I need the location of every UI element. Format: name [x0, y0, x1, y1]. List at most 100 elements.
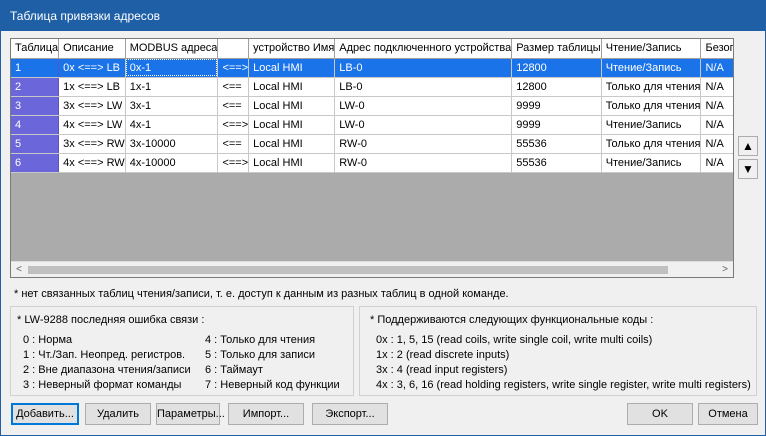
- read-write-cell[interactable]: Чтение/Запись: [601, 58, 702, 78]
- read-write-cell[interactable]: Чтение/Запись: [601, 153, 702, 173]
- table-row[interactable]: 5 3x <==> RW 3x-10000 <== Local HMI RW-0 55536…: [11, 134, 733, 154]
- security-cell[interactable]: N/A: [700, 77, 733, 97]
- security-cell[interactable]: N/A: [700, 115, 733, 135]
- table-number-cell[interactable]: 1: [11, 58, 60, 78]
- description-cell[interactable]: 4x <==> LW: [58, 115, 126, 135]
- mapping-grid: Таблица Описание MODBUS адреса устройств…: [11, 39, 733, 173]
- col-header-device-address[interactable]: Адрес подключенного устройства: [334, 39, 513, 59]
- parameters-button[interactable]: Параметры...: [156, 403, 225, 425]
- add-button[interactable]: Добавить...: [11, 403, 79, 425]
- table-number-cell[interactable]: 5: [11, 134, 60, 154]
- move-down-button[interactable]: ▼: [738, 159, 758, 179]
- modbus-address-cell[interactable]: 0x-1: [125, 58, 219, 78]
- table-number-cell[interactable]: 6: [11, 153, 60, 173]
- error-code-item: 4 : Только для чтения: [205, 334, 316, 346]
- direction-cell[interactable]: <==>: [217, 153, 250, 173]
- table-row[interactable]: 2 1x <==> LB 1x-1 <== Local HMI LB-0 12800 Толь…: [11, 77, 733, 97]
- device-address-cell[interactable]: LW-0: [334, 96, 513, 116]
- table-row[interactable]: 3 3x <==> LW 3x-1 <== Local HMI LW-0 9999 Тольк…: [11, 96, 733, 116]
- description-cell[interactable]: 4x <==> RW: [58, 153, 126, 173]
- ok-button[interactable]: OK: [627, 403, 693, 425]
- read-write-cell[interactable]: Только для чтения: [601, 77, 702, 97]
- modbus-address-cell[interactable]: 3x-1: [125, 96, 219, 116]
- codes-panel-title: * Поддерживаются следующих функциональны…: [370, 314, 654, 326]
- device-name-cell[interactable]: Local HMI: [248, 77, 336, 97]
- col-header-description[interactable]: Описание: [58, 39, 126, 59]
- import-button[interactable]: Импорт...: [228, 403, 304, 425]
- table-number-cell[interactable]: 4: [11, 115, 60, 135]
- mapping-table[interactable]: Таблица Описание MODBUS адреса устройств…: [10, 38, 734, 278]
- read-write-cell[interactable]: Только для чтения: [601, 134, 702, 154]
- table-size-cell[interactable]: 55536: [511, 153, 602, 173]
- error-code-item: 5 : Только для записи: [205, 349, 316, 361]
- modbus-address-cell[interactable]: 4x-1: [125, 115, 219, 135]
- table-row[interactable]: 4 4x <==> LW 4x-1 <==> Local HMI LW-0 9999 Чтен…: [11, 115, 733, 135]
- error-code-item: 1 : Чт./Зап. Неопред. регистров.: [23, 349, 186, 361]
- description-cell[interactable]: 3x <==> LW: [58, 96, 126, 116]
- horizontal-scrollbar[interactable]: < >: [11, 261, 733, 277]
- device-name-cell[interactable]: Local HMI: [248, 153, 336, 173]
- device-name-cell[interactable]: Local HMI: [248, 96, 336, 116]
- error-panel-title: * LW-9288 последняя ошибка связи :: [17, 314, 205, 326]
- device-address-cell[interactable]: RW-0: [334, 134, 513, 154]
- cancel-button[interactable]: Отмена: [698, 403, 758, 425]
- col-header-direction[interactable]: [217, 39, 250, 59]
- address-mapping-dialog: Таблица привязки адресов Таблица Описани…: [0, 0, 766, 436]
- table-size-cell[interactable]: 12800: [511, 77, 602, 97]
- delete-button[interactable]: Удалить: [85, 403, 151, 425]
- security-cell[interactable]: N/A: [700, 153, 733, 173]
- description-cell[interactable]: 3x <==> RW: [58, 134, 126, 154]
- function-code-item: 1x : 2 (read discrete inputs): [376, 349, 510, 361]
- function-code-item: 4x : 3, 6, 16 (read holding registers, w…: [376, 379, 751, 391]
- description-cell[interactable]: 1x <==> LB: [58, 77, 126, 97]
- window-title: Таблица привязки адресов: [1, 1, 765, 31]
- table-row[interactable]: 6 4x <==> RW 4x-10000 <==> Local HMI RW-0 5553…: [11, 153, 733, 173]
- error-code-item: 3 : Неверный формат команды: [23, 379, 182, 391]
- scroll-right-icon[interactable]: >: [717, 262, 733, 277]
- info-note: * нет связанных таблиц чтения/записи, т.…: [14, 288, 509, 300]
- table-size-cell[interactable]: 9999: [511, 115, 602, 135]
- table-row[interactable]: 1 0x <==> LB 0x-1 <==> Local HMI LB-0 12800 Чте…: [11, 58, 733, 78]
- direction-cell[interactable]: <==: [217, 77, 250, 97]
- scrollbar-thumb[interactable]: [28, 266, 668, 274]
- device-name-cell[interactable]: Local HMI: [248, 58, 336, 78]
- col-header-modbus-address[interactable]: MODBUS адреса: [125, 39, 219, 59]
- table-size-cell[interactable]: 55536: [511, 134, 602, 154]
- error-code-item: 7 : Неверный код функции: [205, 379, 340, 391]
- modbus-address-cell[interactable]: 3x-10000: [125, 134, 219, 154]
- description-cell[interactable]: 0x <==> LB: [58, 58, 126, 78]
- device-address-cell[interactable]: LB-0: [334, 77, 513, 97]
- read-write-cell[interactable]: Только для чтения: [601, 96, 702, 116]
- col-header-read-write[interactable]: Чтение/Запись: [601, 39, 702, 59]
- modbus-address-cell[interactable]: 4x-10000: [125, 153, 219, 173]
- col-header-table[interactable]: Таблица: [11, 39, 60, 59]
- error-code-item: 6 : Таймаут: [205, 364, 263, 376]
- move-up-button[interactable]: ▲: [738, 136, 758, 156]
- table-size-cell[interactable]: 12800: [511, 58, 602, 78]
- device-address-cell[interactable]: LW-0: [334, 115, 513, 135]
- table-number-cell[interactable]: 2: [11, 77, 60, 97]
- read-write-cell[interactable]: Чтение/Запись: [601, 115, 702, 135]
- col-header-table-size[interactable]: Размер таблицы: [511, 39, 602, 59]
- table-size-cell[interactable]: 9999: [511, 96, 602, 116]
- direction-cell[interactable]: <==: [217, 134, 250, 154]
- direction-cell[interactable]: <==>: [217, 58, 250, 78]
- security-cell[interactable]: N/A: [700, 96, 733, 116]
- scroll-left-icon[interactable]: <: [11, 262, 27, 277]
- device-name-cell[interactable]: Local HMI: [248, 115, 336, 135]
- device-address-cell[interactable]: LB-0: [334, 58, 513, 78]
- export-button[interactable]: Экспорт...: [312, 403, 388, 425]
- security-cell[interactable]: N/A: [700, 58, 733, 78]
- table-number-cell[interactable]: 3: [11, 96, 60, 116]
- function-codes-panel: * Поддерживаются следующих функциональны…: [359, 306, 757, 396]
- direction-cell[interactable]: <==: [217, 96, 250, 116]
- modbus-address-cell[interactable]: 1x-1: [125, 77, 219, 97]
- function-code-item: 3x : 4 (read input registers): [376, 364, 508, 376]
- col-header-device-name[interactable]: устройство Имя: [248, 39, 336, 59]
- table-header-row: Таблица Описание MODBUS адреса устройств…: [11, 39, 733, 59]
- device-address-cell[interactable]: RW-0: [334, 153, 513, 173]
- device-name-cell[interactable]: Local HMI: [248, 134, 336, 154]
- direction-cell[interactable]: <==>: [217, 115, 250, 135]
- col-header-security[interactable]: Безопа: [700, 39, 733, 59]
- security-cell[interactable]: N/A: [700, 134, 733, 154]
